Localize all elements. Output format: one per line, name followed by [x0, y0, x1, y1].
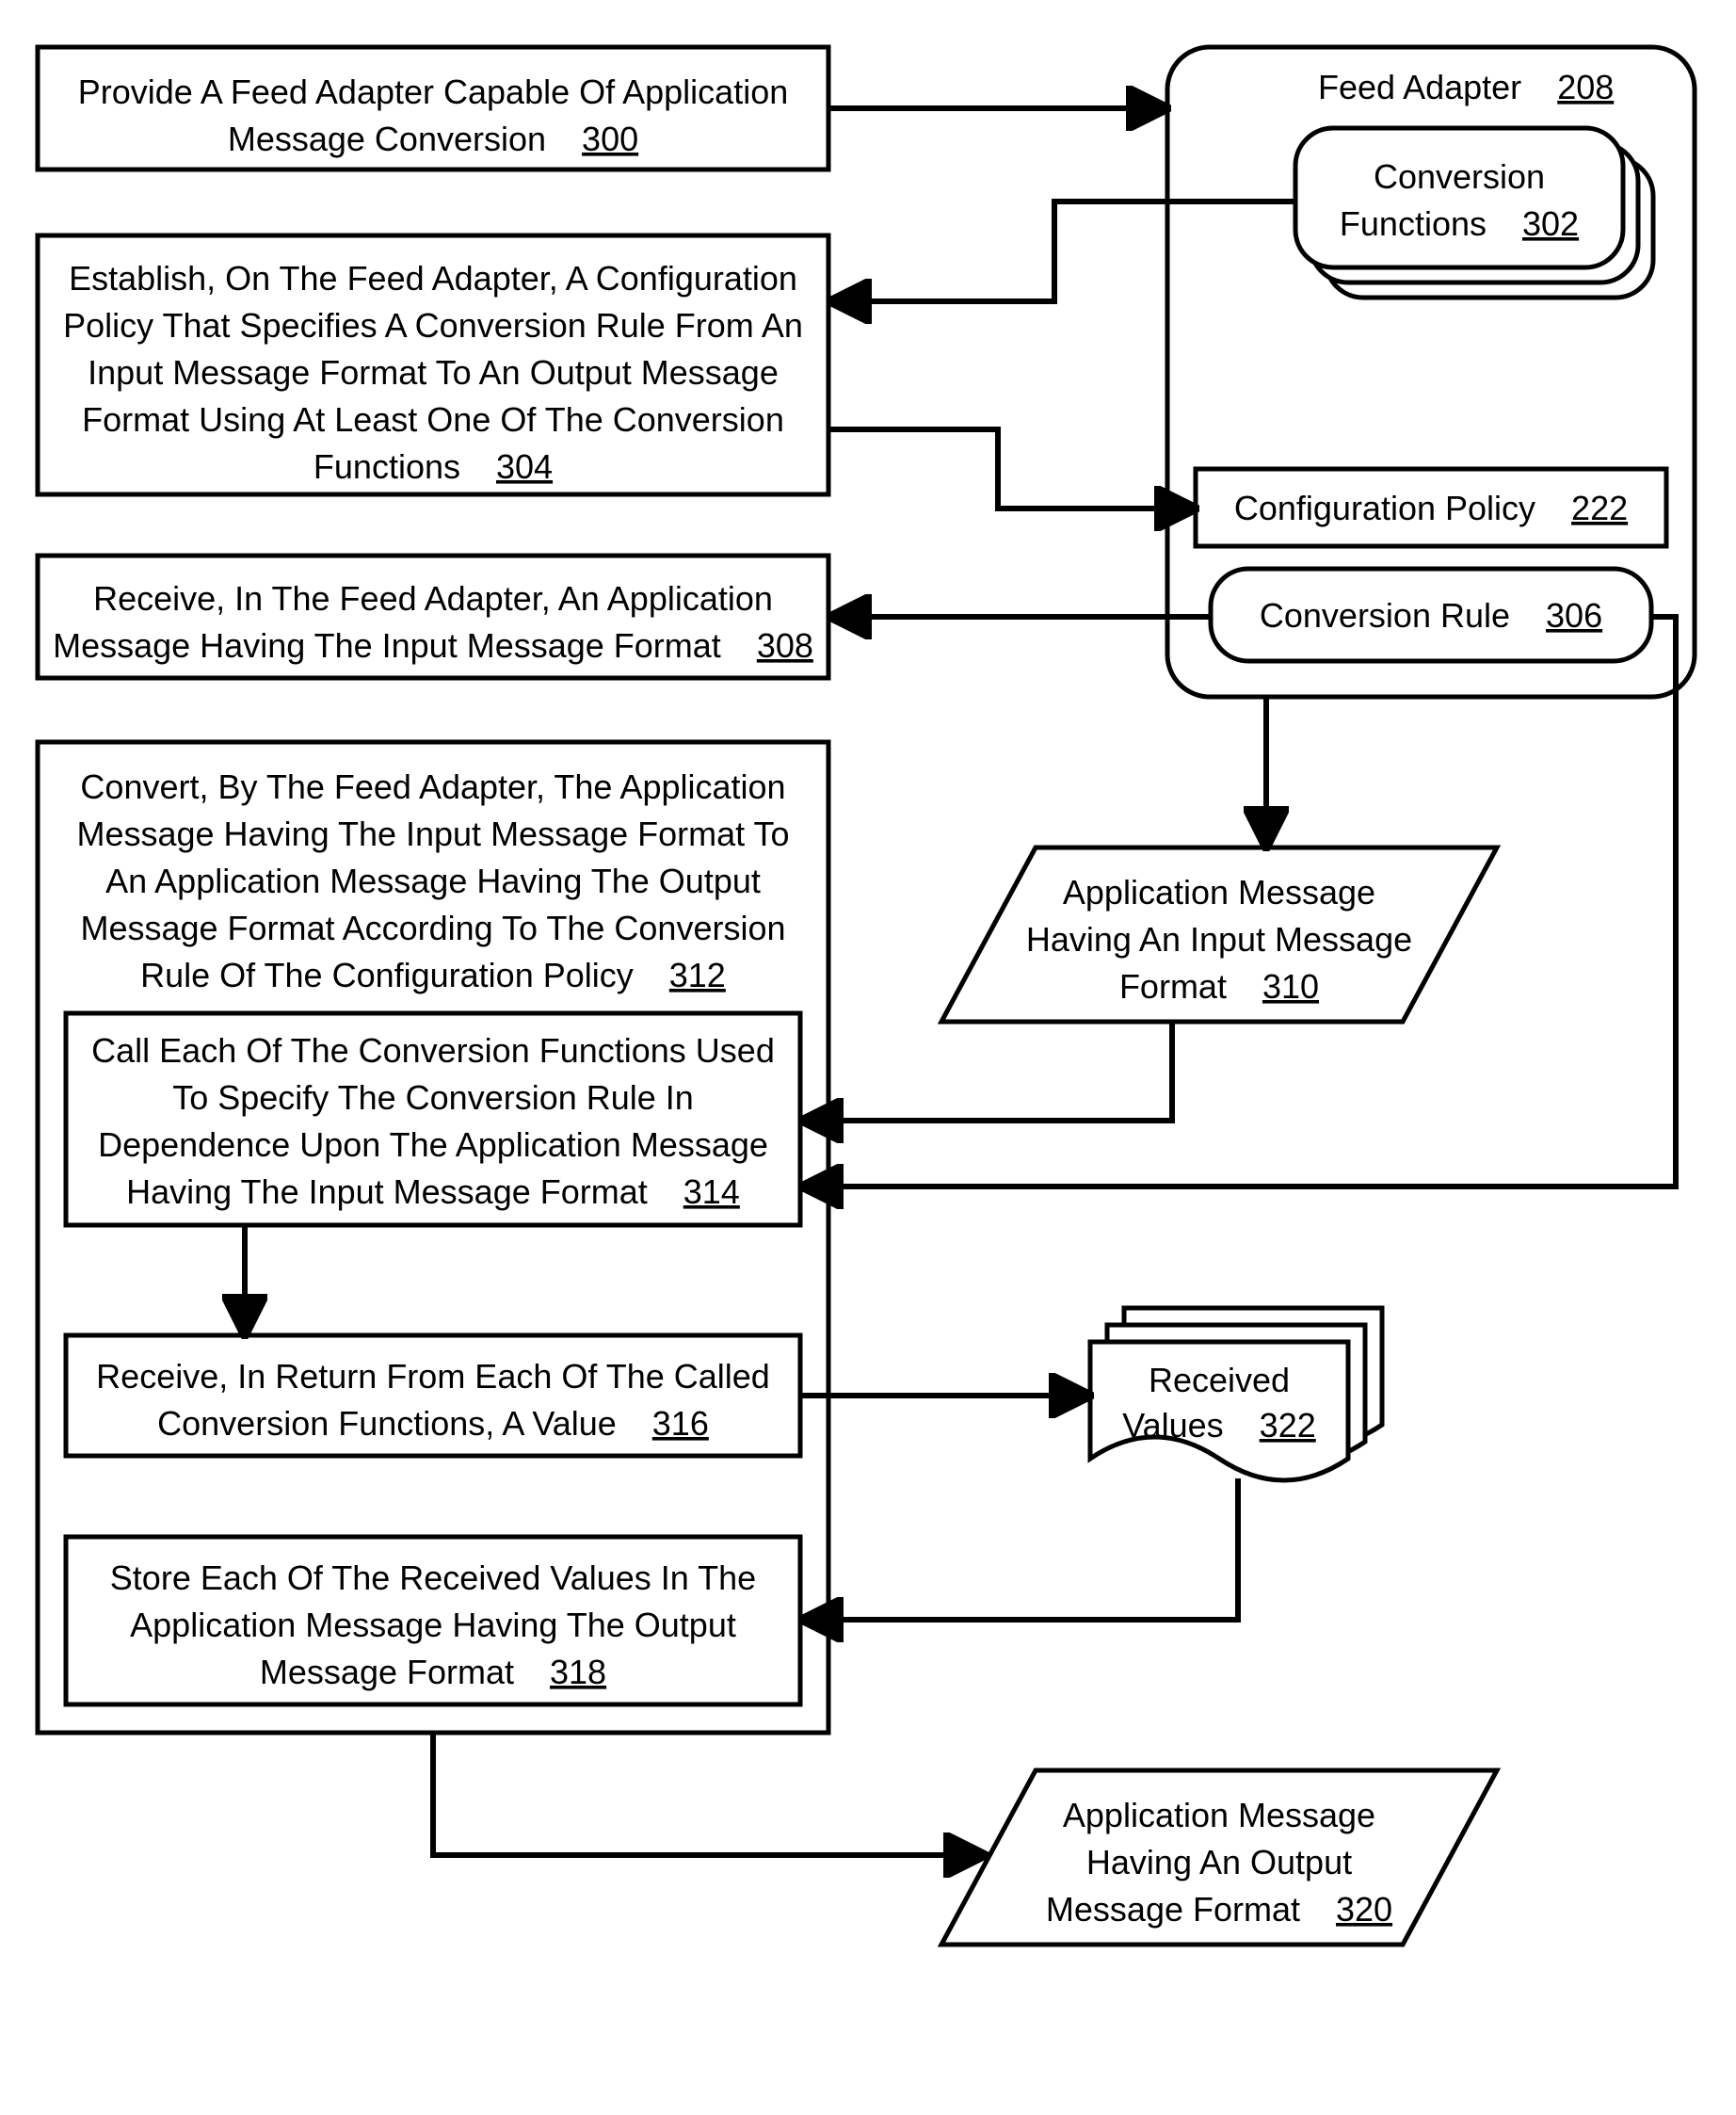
input-message-line2: Having An Input Message — [1026, 920, 1412, 959]
step-318-line2: Application Message Having The Output — [130, 1606, 736, 1644]
step-304-line5: Functions 304 — [313, 447, 553, 486]
step-314-line2: To Specify The Conversion Rule In — [172, 1078, 694, 1117]
step-308-line2: Message Having The Input Message Format … — [53, 626, 813, 665]
step-314-line3: Dependence Upon The Application Message — [98, 1125, 768, 1164]
step-312-line5: Rule Of The Configuration Policy 312 — [140, 956, 726, 994]
step-308-line1: Receive, In The Feed Adapter, An Applica… — [93, 579, 773, 618]
step-314-line4: Having The Input Message Format 314 — [126, 1172, 740, 1211]
arrow-input-msg-to-314 — [810, 1022, 1172, 1121]
step-316-line1: Receive, In Return From Each Of The Call… — [96, 1357, 770, 1396]
step-318-line3: Message Format 318 — [260, 1653, 606, 1691]
step-304-line2: Policy That Specifies A Conversion Rule … — [63, 306, 803, 345]
feed-adapter-title: Feed Adapter 208 — [1318, 68, 1614, 106]
step-312-line3: An Application Message Having The Output — [105, 862, 761, 900]
step-312-line2: Message Having The Input Message Format … — [76, 815, 789, 853]
received-values-line1: Received — [1149, 1361, 1290, 1399]
step-304-line1: Establish, On The Feed Adapter, A Config… — [69, 259, 797, 298]
input-message-line3: Format 310 — [1119, 967, 1319, 1006]
step-304-line4: Format Using At Least One Of The Convers… — [82, 400, 784, 439]
arrow-312-to-output-msg — [433, 1733, 977, 1855]
conversion-functions-label-2: Functions 302 — [1340, 204, 1579, 243]
step-314-line1: Call Each Of The Conversion Functions Us… — [91, 1031, 775, 1070]
step-318-line1: Store Each Of The Received Values In The — [110, 1558, 756, 1597]
arrow-304-to-config-policy — [828, 429, 1188, 509]
output-message-line2: Having An Output — [1086, 1843, 1352, 1881]
received-values-line2: Values 322 — [1122, 1406, 1316, 1445]
step-300-line1: Provide A Feed Adapter Capable Of Applic… — [78, 73, 789, 111]
step-312-line4: Message Format According To The Conversi… — [80, 909, 785, 947]
arrow-received-values-to-318 — [810, 1478, 1238, 1620]
conversion-functions-label-1: Conversion — [1374, 157, 1545, 196]
step-312-line1: Convert, By The Feed Adapter, The Applic… — [80, 767, 785, 806]
output-message-line1: Application Message — [1063, 1796, 1375, 1834]
output-message-line3: Message Format 320 — [1046, 1890, 1392, 1929]
conversion-rule-label: Conversion Rule 306 — [1260, 596, 1602, 635]
input-message-line1: Application Message — [1063, 873, 1375, 912]
step-304-line3: Input Message Format To An Output Messag… — [88, 353, 779, 392]
conversion-functions-box — [1295, 128, 1623, 267]
